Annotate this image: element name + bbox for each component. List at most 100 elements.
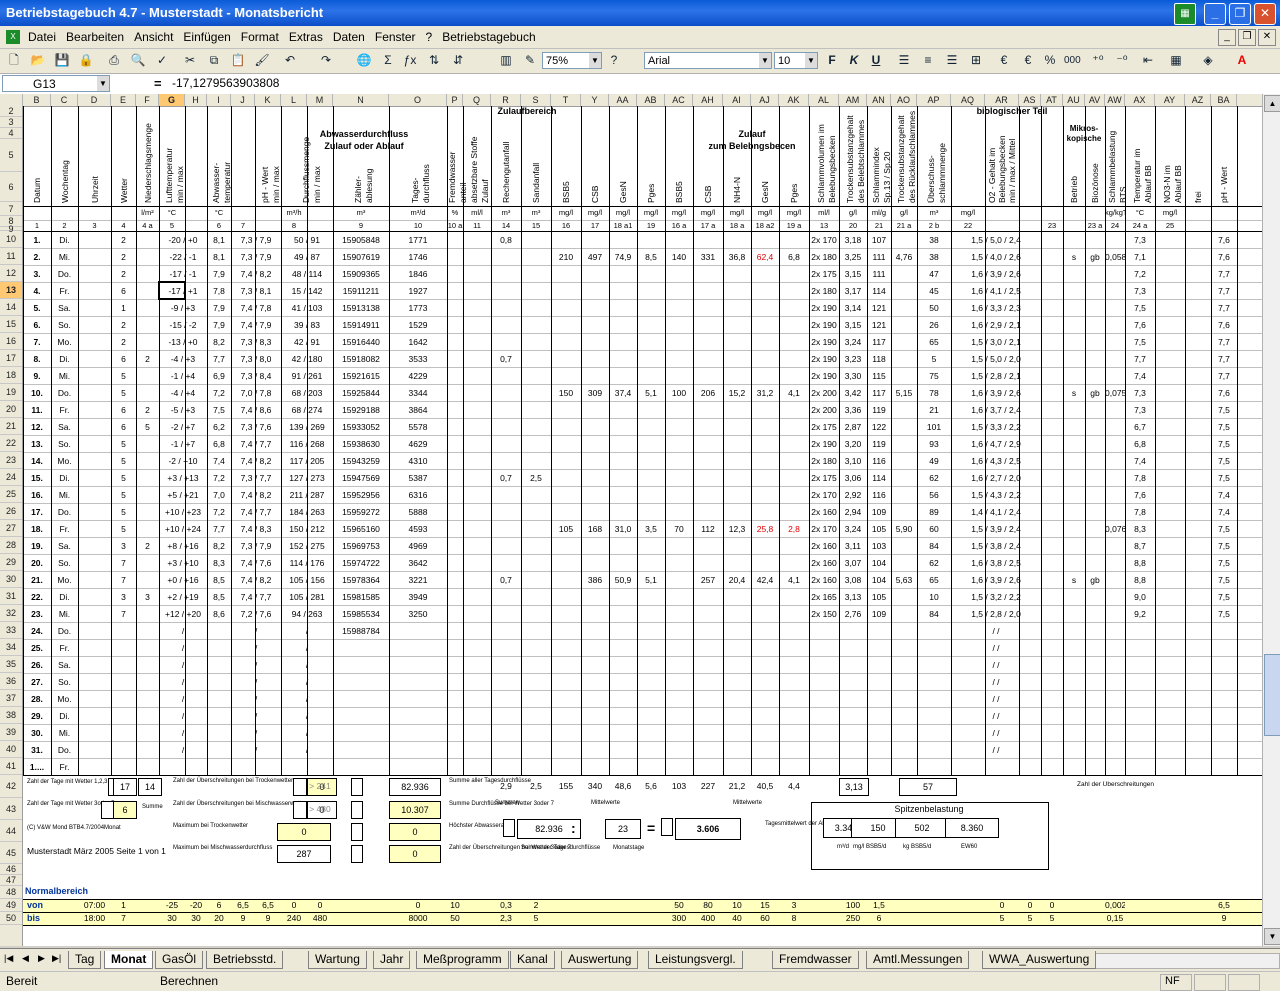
row-header-46[interactable]: 46 bbox=[0, 864, 22, 875]
select-all-corner[interactable] bbox=[0, 94, 23, 106]
col-header-AI[interactable]: AI bbox=[723, 94, 751, 106]
row-header-37[interactable]: 37 bbox=[0, 690, 22, 707]
decrease-decimal-icon[interactable]: ⁻⁰ bbox=[1114, 52, 1130, 69]
col-header-Y[interactable]: Y bbox=[581, 94, 609, 106]
col-header-R[interactable]: R bbox=[491, 94, 521, 106]
paste-icon[interactable]: 📋 bbox=[230, 52, 246, 69]
formula-input[interactable]: -17,1279563903808 bbox=[172, 76, 279, 90]
outdent-icon[interactable]: ⇤ bbox=[1140, 52, 1156, 69]
col-header-B[interactable]: B bbox=[23, 94, 51, 106]
maximize-button[interactable]: ❐ bbox=[1229, 3, 1251, 25]
font-color-icon[interactable]: A bbox=[1234, 52, 1250, 69]
format-painter-icon[interactable]: 🖌 bbox=[254, 52, 270, 69]
row-header-36[interactable]: 36 bbox=[0, 673, 22, 690]
row-header-29[interactable]: 29 bbox=[0, 554, 22, 571]
row-header-10[interactable]: 10 bbox=[0, 231, 22, 248]
tab-jahr[interactable]: Jahr bbox=[373, 951, 411, 969]
row-header-13[interactable]: 13 bbox=[0, 282, 22, 299]
align-right-icon[interactable]: ☰ bbox=[944, 52, 960, 69]
col-header-L[interactable]: L bbox=[281, 94, 307, 106]
scroll-down-icon[interactable]: ▼ bbox=[1264, 928, 1280, 945]
col-header-K[interactable]: K bbox=[255, 94, 281, 106]
col-header-AR[interactable]: AR bbox=[985, 94, 1019, 106]
tab-monat[interactable]: Monat bbox=[104, 951, 154, 969]
row-header-32[interactable]: 32 bbox=[0, 605, 22, 622]
tab-wwaauswertung[interactable]: WWA_Auswertung bbox=[982, 951, 1097, 969]
merge-center-icon[interactable]: ⊞ bbox=[968, 52, 984, 69]
row-header-42[interactable]: 42 bbox=[0, 775, 22, 798]
col-header-AP[interactable]: AP bbox=[917, 94, 951, 106]
doc-restore-button[interactable]: ❐ bbox=[1238, 29, 1256, 46]
row-header-44[interactable]: 44 bbox=[0, 820, 22, 842]
col-header-C[interactable]: C bbox=[51, 94, 78, 106]
borders-icon[interactable]: ▦ bbox=[1168, 52, 1184, 69]
hyperlink-icon[interactable]: 🌐 bbox=[356, 52, 372, 69]
minimize-button[interactable]: _ bbox=[1204, 3, 1226, 25]
row-header-33[interactable]: 33 bbox=[0, 622, 22, 639]
tab-amtlmessungen[interactable]: Amtl.Messungen bbox=[866, 951, 970, 969]
row-header-23[interactable]: 23 bbox=[0, 452, 22, 469]
tab-fremdwasser[interactable]: Fremdwasser bbox=[772, 951, 859, 969]
row-header-18[interactable]: 18 bbox=[0, 367, 22, 384]
excel-icon[interactable]: ▦ bbox=[1174, 3, 1196, 25]
row-header-47[interactable]: 47 bbox=[0, 875, 22, 886]
col-header-E[interactable]: E bbox=[111, 94, 136, 106]
menu-item-8[interactable]: ? bbox=[426, 30, 433, 44]
menu-item-6[interactable]: Daten bbox=[333, 30, 365, 44]
row-header-17[interactable]: 17 bbox=[0, 350, 22, 367]
row-header-6[interactable]: 6 bbox=[0, 172, 22, 202]
print-icon[interactable]: ⎙ bbox=[106, 52, 122, 69]
horizontal-scrollbar[interactable] bbox=[1080, 953, 1280, 969]
font-combo[interactable]: Arial ▼ bbox=[644, 52, 772, 69]
col-header-F[interactable]: F bbox=[136, 94, 159, 106]
col-header-AX[interactable]: AX bbox=[1125, 94, 1155, 106]
sort-asc-icon[interactable]: ⇅ bbox=[426, 52, 442, 69]
row-header-50[interactable]: 50 bbox=[0, 912, 22, 925]
currency-icon[interactable]: € bbox=[996, 52, 1012, 69]
prev-sheet-icon[interactable]: ◀ bbox=[22, 953, 29, 964]
row-header-3[interactable]: 3 bbox=[0, 117, 22, 128]
cell-grid[interactable]: Zulaufbereich biologischer Teil Abwasserdu… bbox=[23, 106, 1262, 946]
fill-color-icon[interactable]: ◈ bbox=[1200, 52, 1216, 69]
col-header-AO[interactable]: AO bbox=[891, 94, 917, 106]
undo-icon[interactable]: ↶ bbox=[282, 52, 298, 69]
row-header-45[interactable]: 45 bbox=[0, 842, 22, 864]
sort-desc-icon[interactable]: ⇵ bbox=[450, 52, 466, 69]
tab-gasl[interactable]: GasÖl bbox=[155, 951, 204, 969]
row-header-41[interactable]: 41 bbox=[0, 758, 22, 775]
col-header-I[interactable]: I bbox=[207, 94, 231, 106]
row-header-2[interactable]: 2 bbox=[0, 106, 22, 117]
cut-icon[interactable]: ✂ bbox=[182, 52, 198, 69]
chart-icon[interactable]: ▥ bbox=[498, 52, 514, 69]
menu-item-4[interactable]: Format bbox=[241, 30, 279, 44]
row-header-4[interactable]: 4 bbox=[0, 128, 22, 139]
tab-betriebsstd[interactable]: Betriebsstd. bbox=[206, 951, 284, 969]
col-header-AM[interactable]: AM bbox=[839, 94, 867, 106]
row-header-40[interactable]: 40 bbox=[0, 741, 22, 758]
first-sheet-icon[interactable]: |◀ bbox=[4, 953, 13, 964]
percent-icon[interactable]: % bbox=[1042, 52, 1058, 69]
menu-item-2[interactable]: Ansicht bbox=[134, 30, 173, 44]
vertical-scrollbar[interactable]: ▲ ▼ bbox=[1262, 94, 1280, 946]
row-header-21[interactable]: 21 bbox=[0, 418, 22, 435]
col-header-M[interactable]: M bbox=[307, 94, 333, 106]
col-header-AW[interactable]: AW bbox=[1105, 94, 1125, 106]
zoom-combo[interactable]: 75% ▼ bbox=[542, 52, 602, 69]
close-button[interactable]: ✕ bbox=[1254, 3, 1276, 25]
col-header-AK[interactable]: AK bbox=[779, 94, 809, 106]
col-header-S[interactable]: S bbox=[521, 94, 551, 106]
row-header-39[interactable]: 39 bbox=[0, 724, 22, 741]
row-header-15[interactable]: 15 bbox=[0, 316, 22, 333]
col-header-AZ[interactable]: AZ bbox=[1185, 94, 1211, 106]
row-header-31[interactable]: 31 bbox=[0, 588, 22, 605]
col-header-BA[interactable]: BA bbox=[1211, 94, 1237, 106]
function-icon[interactable]: ƒx bbox=[402, 52, 418, 69]
row-header-25[interactable]: 25 bbox=[0, 486, 22, 503]
menu-item-3[interactable]: Einfügen bbox=[183, 30, 230, 44]
row-header-28[interactable]: 28 bbox=[0, 537, 22, 554]
tab-leistungsvergl[interactable]: Leistungsvergl. bbox=[648, 951, 743, 969]
col-header-G[interactable]: G bbox=[159, 94, 185, 106]
row-header-16[interactable]: 16 bbox=[0, 333, 22, 350]
col-header-D[interactable]: D bbox=[78, 94, 111, 106]
row-header-43[interactable]: 43 bbox=[0, 798, 22, 820]
